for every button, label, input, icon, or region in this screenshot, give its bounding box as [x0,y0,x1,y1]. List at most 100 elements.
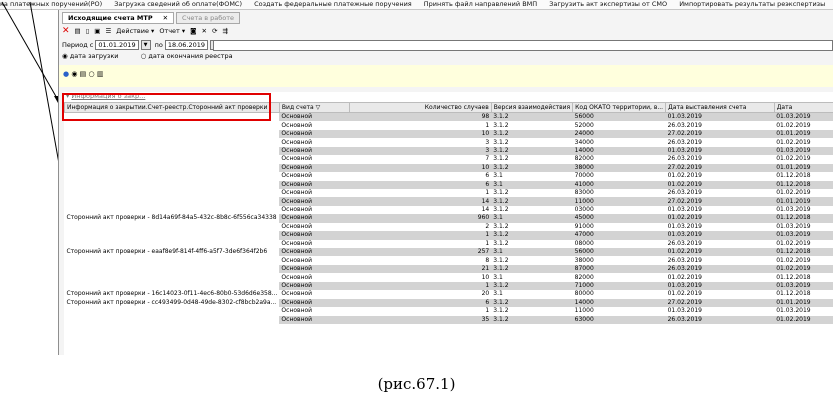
table-row[interactable]: Основной 6 3.1 41000 01.02.2019 01.12.2018 [64,180,833,189]
cell-okato: 38000 [574,256,594,264]
table-row[interactable]: Основной 3 3.1.2 34000 26.03.2019 01.02.2019 [64,138,833,147]
cell-count: 98 [349,112,492,122]
edit-icon[interactable]: ▤ [75,27,81,35]
period-to-input[interactable]: 18.06.2019 [164,40,209,50]
cell-ver: 3.1.2 [491,163,573,173]
action-menu[interactable]: Действие ▾ [116,27,154,35]
radio-load-date[interactable]: ◉ дата загрузки [62,52,129,60]
table-row[interactable]: Основной 6 3.1 70000 01.02.2019 01.12.2018 [64,172,833,181]
tab-outgoing-invoices[interactable]: Исходящие счета МТР ✕ [62,12,175,24]
cell-kind: Основной [281,138,313,146]
filter-field[interactable] [213,40,833,51]
cell-kind: Основной [279,248,350,257]
cancel-icon[interactable]: ✕ [201,27,206,35]
table-row[interactable]: Основной 1 3.1.2 11000 01.03.2019 01.03.2019 [64,307,833,316]
cell-kind: Основной [279,112,350,122]
cell-kind: Основной [279,315,350,324]
col-invoice-kind[interactable]: Вид счета ▽ [278,102,351,113]
list-icon[interactable]: ☰ [105,27,111,35]
report-menu[interactable]: Отчет ▾ [159,27,185,35]
cell-ver: 3.1.2 [491,315,573,324]
col-okato[interactable]: Код ОКАТО территории, в... [572,102,667,113]
cell-date: 01.02.2019 [776,256,811,264]
cell-info [64,315,280,324]
delete-icon[interactable]: ✕ [62,26,70,36]
cell-kind: Основной [279,129,350,139]
col-case-count[interactable]: Количество случаев [349,102,492,113]
cell-issued: 27.02.2019 [665,197,775,206]
col-version[interactable]: Версия взаимодействия [490,102,574,113]
refresh-icon[interactable]: ⟳ [212,27,217,35]
cell-issued: 27.02.2019 [665,298,775,308]
table-row[interactable]: Сторонний акт проверки - cc493499-0d48-4… [64,298,833,308]
cell-ver: 3.1.2 [493,256,509,264]
cell-kind: Основной [279,298,350,308]
col-date[interactable]: Дата [773,102,833,113]
lock-icon[interactable]: ▣ [94,27,100,35]
cell-okato: 71000 [572,281,666,291]
col-issue-date[interactable]: Дата выставления счета [665,102,775,113]
cell-issued: 26.03.2019 [667,256,702,264]
cell-count: 6 [485,172,490,180]
table-row[interactable]: Сторонний акт проверки - eaaf8e9f-814f-4… [64,248,833,257]
cell-kind: Основной [281,121,313,129]
db-icon[interactable]: ◙ [190,27,196,35]
blue-circle-icon[interactable]: ● [63,70,69,78]
cell-ver: 3.1.2 [491,298,573,308]
table-row[interactable]: Основной 14 3.1.2 03000 01.03.2019 01.03.2019 [64,205,833,215]
doc-icon[interactable]: ▯ [86,27,90,35]
table-row[interactable]: Основной 1 3.1.2 47000 01.03.2019 01.03.2019 [64,231,833,240]
cell-okato: 91000 [574,222,594,230]
table-row[interactable]: Основной 1 3.1.2 52000 26.03.2019 01.02.2019 [64,121,833,130]
table-row[interactable]: Сторонний акт проверки - 8d14a69f-84a5-4… [64,214,833,223]
table-row[interactable]: Основной 3 3.1.2 14000 01.03.2019 01.03.2019 [64,146,833,156]
table-row[interactable]: Основной 14 3.1.2 11000 27.02.2019 01.01.2019 [64,197,833,206]
cell-info [64,273,280,282]
table-row[interactable]: Основной 8 3.1.2 38000 26.03.2019 01.02.2019 [64,256,833,265]
cell-issued: 26.03.2019 [667,155,702,163]
period-from-label: Период с [62,41,94,49]
radio-registry-date[interactable]: ○ дата окончания реестра [141,52,243,60]
table-row[interactable]: Основной 2 3.1.2 91000 01.03.2019 01.03.2019 [64,222,833,232]
cell-date: 01.02.2019 [774,315,833,324]
tab-strip: Исходящие счета МТР ✕ Счета в работе [62,12,242,24]
cell-count: 7 [485,155,490,163]
cell-info [64,180,280,189]
table-row[interactable]: Основной 10 3.1.2 38000 27.02.2019 01.01.2019 [64,163,833,173]
period-from-input[interactable]: 01.01.2019 [95,40,139,50]
cell-okato: 56000 [572,112,666,122]
table-row[interactable]: Основной 1 3.1.2 08000 26.03.2019 01.02.2019 [64,239,833,248]
cell-ver: 3.1.2 [493,222,509,230]
cell-info: Сторонний акт проверки - eaaf8e9f-814f-4… [64,248,280,257]
cell-kind: Основной [279,231,350,240]
radio-grid-a[interactable]: ◉ ▤ [71,70,86,78]
table-row[interactable]: Основной 10 3.1 82000 01.02.2019 01.12.2018 [64,273,833,282]
cell-count: 14 [349,197,492,206]
cell-count: 2 [485,222,490,230]
cell-issued: 26.03.2019 [667,121,702,129]
cell-kind: Основной [281,172,313,180]
table-row[interactable]: Основной 1 3.1.2 83000 26.03.2019 01.02.2019 [64,188,833,198]
close-icon[interactable]: ✕ [163,14,168,22]
table-row[interactable]: Сторонний акт проверки - 16c14023-0f11-4… [64,290,833,299]
table-row[interactable]: Основной 1 3.1.2 71000 01.03.2019 01.03.2019 [64,281,833,291]
filter-icon[interactable]: ▽ [316,104,321,111]
tab-invoices-in-work[interactable]: Счета в работе [176,12,241,24]
cell-count: 6 [349,180,492,189]
chevron-down-icon[interactable]: ▼ [140,40,151,50]
cell-kind: Основной [279,163,350,173]
highlight-box [62,93,271,121]
cell-date: 01.03.2019 [774,146,833,156]
period-to-label: по [154,41,163,49]
table-row[interactable]: Основной 10 3.1.2 24000 27.02.2019 01.01.2019 [64,129,833,139]
table-row[interactable]: Основной 7 3.1.2 82000 26.03.2019 01.02.2019 [64,155,833,164]
table-row[interactable]: Основной 35 3.1.2 63000 26.03.2019 01.02.2019 [64,315,833,324]
radio-grid-b[interactable]: ○ ▥ [89,70,104,78]
cell-okato: 14000 [572,146,666,156]
cell-issued: 01.02.2019 [667,290,702,298]
cell-info [64,163,280,173]
table-row[interactable]: Основной 21 3.1.2 87000 26.03.2019 01.02.2019 [64,264,833,274]
cell-issued: 01.02.2019 [665,214,775,223]
export-icon[interactable]: ⇶ [222,27,227,35]
cell-count: 14 [481,206,490,214]
